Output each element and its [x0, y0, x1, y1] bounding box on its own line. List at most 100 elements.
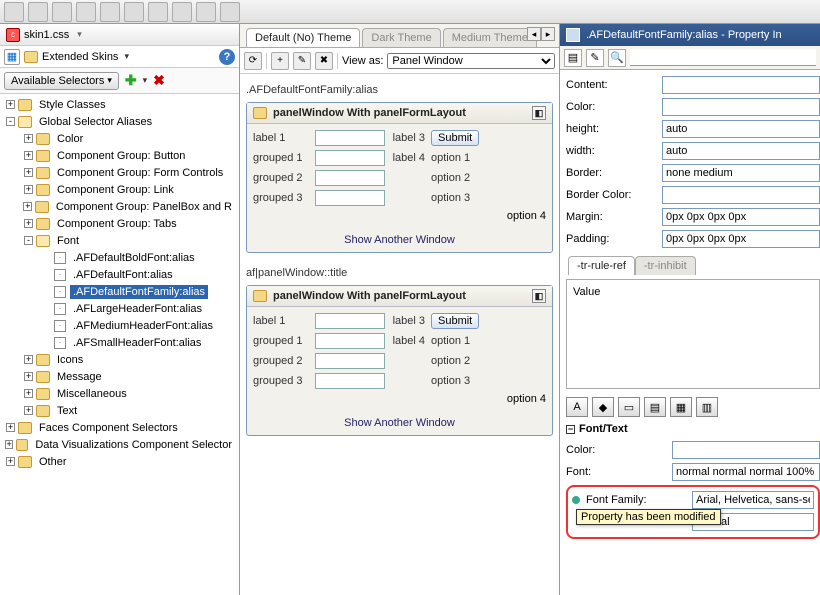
expand-icon[interactable]: -	[6, 117, 15, 126]
expand-icon[interactable]: +	[6, 423, 15, 432]
prop-input[interactable]	[662, 186, 820, 204]
prop-input[interactable]	[662, 120, 820, 138]
search-icon[interactable]: 🔍	[608, 49, 626, 67]
tab-scroll-right-icon[interactable]: ▸	[541, 27, 555, 41]
selectors-tree[interactable]: +Style Classes-Global Selector Aliases+C…	[0, 94, 239, 595]
toolbar-icon[interactable]	[100, 2, 120, 22]
tree-node[interactable]: +Miscellaneous	[0, 385, 239, 402]
expand-icon[interactable]: +	[24, 219, 33, 228]
expand-icon[interactable]: +	[24, 168, 33, 177]
toolbar-icon[interactable]	[220, 2, 240, 22]
prop-input[interactable]	[662, 208, 820, 226]
expand-icon[interactable]: +	[23, 202, 32, 211]
font-icon[interactable]: A	[566, 397, 588, 417]
expand-icon[interactable]: +	[24, 406, 33, 415]
toolbar-icon[interactable]	[196, 2, 216, 22]
grid-icon[interactable]: ▦	[4, 49, 20, 65]
tree-node[interactable]: +Component Group: Button	[0, 147, 239, 164]
add-icon[interactable]: ✚	[125, 72, 137, 89]
toolbar-icon[interactable]	[76, 2, 96, 22]
tree-node[interactable]: +Component Group: Form Controls	[0, 164, 239, 181]
submit-button[interactable]: Submit	[431, 313, 479, 329]
text-input[interactable]	[315, 333, 385, 349]
tree-node[interactable]: ·.AFDefaultFont:alias	[0, 266, 239, 283]
tree-node[interactable]: ·.AFDefaultBoldFont:alias	[0, 249, 239, 266]
value-box[interactable]: Value	[566, 279, 820, 389]
tree-node[interactable]: +Message	[0, 368, 239, 385]
table-icon[interactable]: ▦	[670, 397, 692, 417]
tab-scroll-left-icon[interactable]: ◂	[527, 27, 541, 41]
tree-node[interactable]: +Component Group: Tabs	[0, 215, 239, 232]
tab-medium-theme[interactable]: Medium Theme	[443, 28, 537, 47]
edit-icon[interactable]: ✎	[293, 52, 311, 70]
show-another-link[interactable]: Show Another Window	[247, 415, 552, 435]
tree-node[interactable]: +Color	[0, 130, 239, 147]
toolbar-icon[interactable]	[172, 2, 192, 22]
view-icon[interactable]: ▤	[564, 49, 582, 67]
tree-node[interactable]: +Icons	[0, 351, 239, 368]
expand-icon[interactable]: +	[24, 151, 33, 160]
tree-node[interactable]: +Data Visualizations Component Selector	[0, 436, 239, 453]
help-icon[interactable]: ?	[219, 49, 235, 65]
toolbar-icon[interactable]	[4, 2, 24, 22]
expand-icon[interactable]: +	[6, 457, 15, 466]
prop-input[interactable]	[662, 76, 820, 94]
list-icon[interactable]: ▥	[696, 397, 718, 417]
font-family-input[interactable]	[692, 491, 814, 509]
prop-input[interactable]	[672, 463, 820, 481]
expand-icon[interactable]: +	[24, 372, 33, 381]
extended-skins-label[interactable]: Extended Skins	[42, 51, 118, 63]
collapse-icon[interactable]: −	[566, 425, 575, 434]
tree-node[interactable]: ·.AFDefaultFontFamily:alias	[0, 283, 239, 300]
text-input[interactable]	[315, 170, 385, 186]
prop-input[interactable]	[662, 142, 820, 160]
edit-icon[interactable]: ✎	[586, 49, 604, 67]
available-selectors-dropdown[interactable]: Available Selectors ▾	[4, 72, 119, 90]
fill-icon[interactable]: ◆	[592, 397, 614, 417]
tree-node[interactable]: +Other	[0, 453, 239, 470]
expand-icon[interactable]: +	[24, 389, 33, 398]
tree-node[interactable]: ·.AFSmallHeaderFont:alias	[0, 334, 239, 351]
tab-dark-theme[interactable]: Dark Theme	[362, 28, 440, 47]
text-input[interactable]	[315, 190, 385, 206]
view-as-select[interactable]: Panel Window	[387, 53, 555, 69]
tree-node[interactable]: -Global Selector Aliases	[0, 113, 239, 130]
toolbar-icon[interactable]	[28, 2, 48, 22]
prop-input[interactable]	[662, 98, 820, 116]
popup-icon[interactable]: ◧	[532, 106, 546, 120]
expand-icon[interactable]: +	[24, 134, 33, 143]
layout-icon[interactable]: ▤	[644, 397, 666, 417]
delete-icon[interactable]: ✖	[153, 72, 165, 89]
tab-tr-rule-ref[interactable]: -tr-rule-ref	[568, 256, 635, 275]
expand-icon[interactable]: +	[24, 355, 33, 364]
text-input[interactable]	[315, 373, 385, 389]
tree-node[interactable]: ·.AFMediumHeaderFont:alias	[0, 317, 239, 334]
expand-icon[interactable]: +	[6, 100, 15, 109]
tree-node[interactable]: +Component Group: PanelBox and R	[0, 198, 239, 215]
tree-node[interactable]: +Text	[0, 402, 239, 419]
text-input[interactable]	[315, 313, 385, 329]
file-tab[interactable]: c skin1.css ▾	[0, 24, 239, 46]
delete-icon[interactable]: ✖	[315, 52, 333, 70]
prop-input[interactable]	[662, 164, 820, 182]
text-input[interactable]	[315, 150, 385, 166]
show-another-link[interactable]: Show Another Window	[247, 232, 552, 252]
refresh-icon[interactable]: ⟳	[244, 52, 262, 70]
tree-node[interactable]: +Faces Component Selectors	[0, 419, 239, 436]
add-icon[interactable]: +	[271, 52, 289, 70]
prop-input[interactable]	[672, 441, 820, 459]
toolbar-icon[interactable]	[124, 2, 144, 22]
chevron-down-icon[interactable]: ▾	[124, 51, 129, 62]
box-icon[interactable]: ▭	[618, 397, 640, 417]
font-text-section[interactable]: − Font/Text	[566, 423, 820, 435]
submit-button[interactable]: Submit	[431, 130, 479, 146]
search-input[interactable]	[630, 49, 816, 66]
tab-tr-inhibit[interactable]: -tr-inhibit	[635, 256, 696, 275]
expand-icon[interactable]: +	[5, 440, 13, 449]
prop-input[interactable]	[662, 230, 820, 248]
popup-icon[interactable]: ◧	[532, 289, 546, 303]
expand-icon[interactable]: -	[24, 236, 33, 245]
text-input[interactable]	[315, 353, 385, 369]
chevron-down-icon[interactable]: ▾	[143, 75, 148, 86]
tree-node[interactable]: ·.AFLargeHeaderFont:alias	[0, 300, 239, 317]
